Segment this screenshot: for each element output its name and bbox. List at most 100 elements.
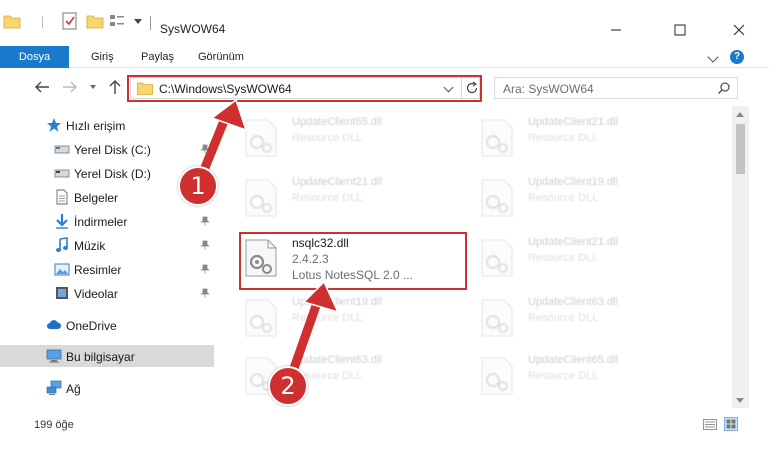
network-icon	[46, 380, 62, 395]
sidebar-item-label: Resimler	[74, 263, 122, 277]
pin-icon[interactable]	[200, 288, 210, 298]
scroll-up-icon[interactable]	[736, 112, 744, 117]
sidebar-item-label: OneDrive	[66, 319, 117, 333]
file-tile[interactable]: UpdateClient63.dll Resource DLL	[480, 296, 700, 348]
cloud-icon	[47, 320, 62, 329]
scroll-down-icon[interactable]	[736, 398, 744, 403]
forward-arrow-icon[interactable]	[62, 80, 78, 94]
help-icon[interactable]: ?	[730, 50, 744, 64]
sidebar-item-quick-access[interactable]: Hızlı erişim	[0, 114, 214, 136]
dll-file-icon	[481, 119, 513, 157]
pin-icon[interactable]	[200, 240, 210, 250]
details-view-icon[interactable]	[703, 419, 717, 430]
tiles-view-icon[interactable]	[724, 417, 738, 431]
title-bar: SysWOW64	[0, 0, 769, 40]
file-tile[interactable]: UpdateClient65.dll Resource DLL	[244, 116, 464, 168]
sidebar-item-local-disk-c[interactable]: Yerel Disk (C:)	[0, 138, 214, 160]
file-name: UpdateClient21.dll	[528, 236, 618, 248]
back-arrow-icon[interactable]	[34, 80, 50, 94]
close-button[interactable]	[718, 14, 764, 44]
dll-file-icon	[481, 179, 513, 217]
pin-icon[interactable]	[200, 264, 210, 274]
ribbon-tabs: Dosya Giriş Paylaş Görünüm ?	[0, 46, 769, 68]
view-options-icon[interactable]	[108, 12, 126, 30]
sidebar-item-videos[interactable]: Videolar	[0, 282, 214, 304]
status-bar: 199 öğe	[0, 410, 769, 436]
new-folder-icon[interactable]	[86, 12, 104, 30]
drive-icon	[54, 145, 70, 154]
tab-home[interactable]: Giriş	[91, 46, 114, 68]
tab-view[interactable]: Görünüm	[198, 46, 244, 68]
folder-icon[interactable]	[3, 12, 21, 30]
file-name: UpdateClient19.dll	[528, 176, 618, 188]
dll-file-icon	[245, 119, 277, 157]
sidebar-item-network[interactable]: Ağ	[0, 377, 214, 399]
properties-icon[interactable]	[62, 12, 78, 30]
sidebar-item-this-pc[interactable]: Bu bilgisayar	[0, 345, 214, 367]
step-1-badge: 1	[178, 166, 218, 206]
file-name: UpdateClient21.dll	[528, 116, 618, 128]
file-tile[interactable]: UpdateClient19.dll Resource DLL	[244, 296, 464, 348]
file-tile[interactable]: UpdateClient21.dll Resource DLL	[480, 116, 700, 168]
maximize-button[interactable]	[657, 14, 703, 44]
file-description: Resource DLL	[292, 132, 363, 144]
search-input[interactable]: Ara: SysWOW64	[503, 82, 594, 96]
title-separator	[150, 16, 151, 30]
sidebar-item-label: Müzik	[74, 239, 106, 253]
file-description: Resource DLL	[528, 132, 599, 144]
dll-file-icon	[245, 179, 277, 217]
file-name: UpdateClient65.dll	[528, 354, 618, 366]
up-arrow-icon[interactable]	[108, 79, 122, 95]
dll-file-icon	[481, 357, 513, 395]
item-count: 199 öğe	[34, 419, 74, 431]
file-description: Resource DLL	[292, 192, 363, 204]
downloads-icon	[56, 214, 68, 229]
quick-access-dropdown-icon[interactable]	[134, 19, 142, 24]
address-highlight-box	[127, 75, 482, 102]
pictures-icon	[54, 263, 70, 276]
file-description: Resource DLL	[528, 312, 599, 324]
search-box[interactable]: Ara: SysWOW64	[494, 77, 738, 99]
file-description: Resource DLL	[528, 370, 599, 382]
sidebar-item-label: İndirmeler	[74, 215, 128, 229]
sidebar-item-downloads[interactable]: İndirmeler	[0, 210, 214, 232]
sidebar-item-label: Bu bilgisayar	[66, 350, 135, 364]
videos-icon	[56, 287, 68, 299]
tab-share[interactable]: Paylaş	[141, 46, 174, 68]
file-name: UpdateClient63.dll	[292, 354, 382, 366]
file-description: Resource DLL	[528, 252, 599, 264]
dll-file-icon	[481, 299, 513, 337]
recent-locations-icon[interactable]	[90, 85, 96, 89]
tab-file[interactable]: Dosya	[0, 46, 69, 68]
music-icon	[56, 237, 68, 252]
sidebar-item-label: Ağ	[66, 382, 81, 396]
vertical-scrollbar[interactable]	[732, 106, 749, 408]
file-name: UpdateClient65.dll	[292, 116, 382, 128]
file-highlight-box	[239, 232, 467, 290]
minimize-button[interactable]	[603, 14, 649, 44]
pin-icon[interactable]	[200, 216, 210, 226]
computer-icon	[46, 349, 62, 363]
file-tile[interactable]: UpdateClient21.dll Resource DLL	[480, 236, 700, 288]
expand-ribbon-chevron-icon[interactable]	[707, 51, 719, 63]
dll-file-icon	[245, 299, 277, 337]
navigation-pane: Hızlı erişim Yerel Disk (C:) Yerel Disk …	[0, 106, 214, 408]
file-name: UpdateClient19.dll	[292, 296, 382, 308]
step-2-badge: 2	[268, 366, 308, 406]
sidebar-item-music[interactable]: Müzik	[0, 234, 214, 256]
sidebar-item-pictures[interactable]: Resimler	[0, 258, 214, 280]
sidebar-item-label: Yerel Disk (D:)	[74, 167, 151, 181]
dll-file-icon	[481, 239, 513, 277]
documents-icon	[56, 189, 68, 205]
sidebar-item-onedrive[interactable]: OneDrive	[0, 314, 214, 336]
file-tile[interactable]: UpdateClient65.dll Resource DLL	[480, 354, 700, 406]
quick-access-separator	[42, 16, 43, 28]
scroll-thumb[interactable]	[736, 124, 745, 174]
sidebar-item-label: Videolar	[74, 287, 118, 301]
file-description: Resource DLL	[528, 192, 599, 204]
file-tile[interactable]: UpdateClient21.dll Resource DLL	[244, 176, 464, 228]
search-icon[interactable]	[717, 81, 731, 95]
file-tile[interactable]: UpdateClient19.dll Resource DLL	[480, 176, 700, 228]
pin-icon[interactable]	[200, 144, 210, 154]
file-description: Resource DLL	[292, 312, 363, 324]
